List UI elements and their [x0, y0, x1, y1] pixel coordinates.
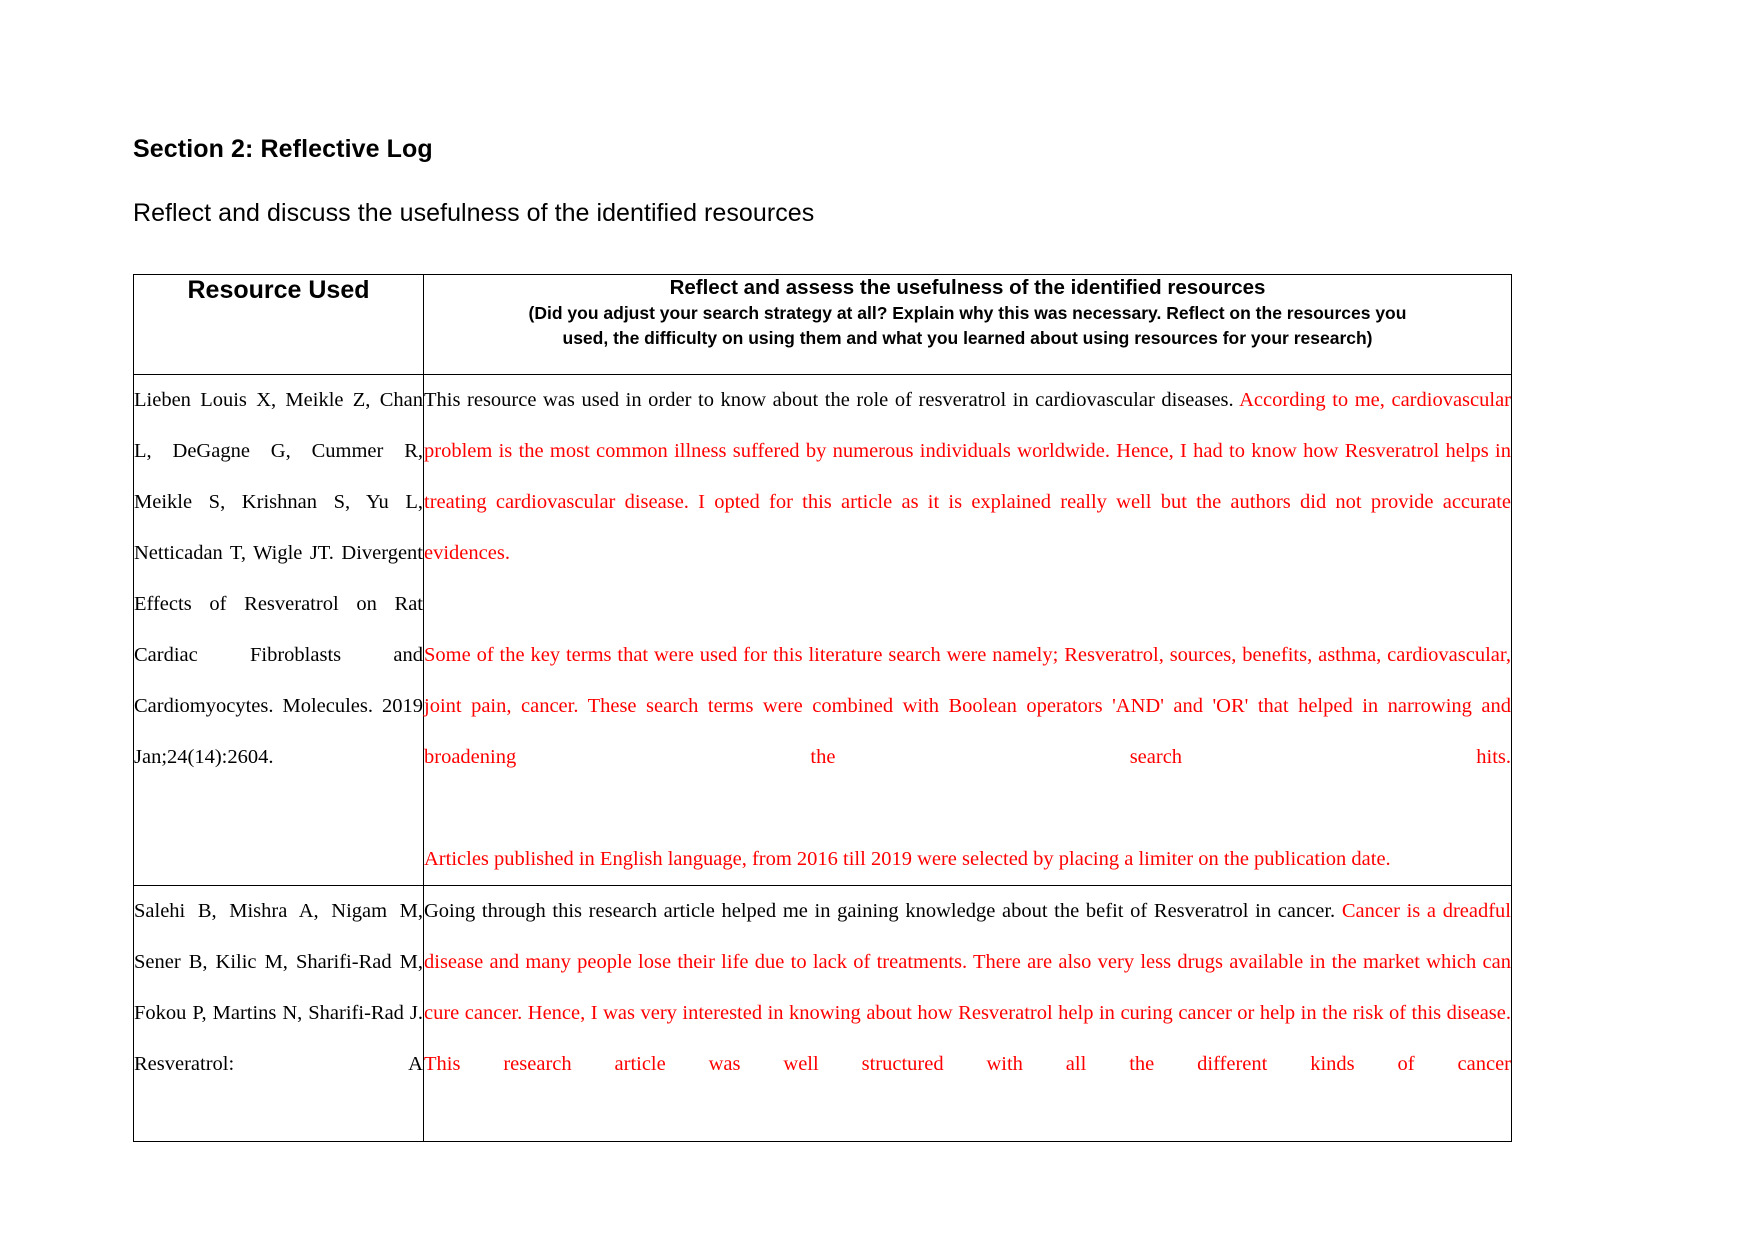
reflection-paragraph: Going through this research article help… [424, 886, 1511, 1141]
reflection-segment-red: Some of the key terms that were used for… [424, 644, 1511, 768]
cell-reflection: Going through this research article help… [423, 885, 1512, 1142]
table-row: Salehi B, Mishra A, Nigam M, Sener B, Ki… [133, 885, 1512, 1142]
column-header-reflect-subtitle-line1: (Did you adjust your search strategy at … [528, 303, 1407, 323]
reflection-paragraph: Articles published in English language, … [424, 834, 1511, 885]
table-body: Lieben Louis X, Meikle Z, Chan L, DeGagn… [133, 374, 1512, 1142]
cell-resource-citation: Salehi B, Mishra A, Nigam M, Sener B, Ki… [133, 885, 424, 1142]
reflection-segment-red: Cancer is a dreadful disease and many pe… [424, 900, 1511, 1075]
section-subtitle: Reflect and discuss the usefulness of th… [133, 199, 815, 227]
reflection-segment-black: This resource was used in order to know … [424, 389, 1240, 411]
column-header-reflect-title: Reflect and assess the usefulness of the… [669, 276, 1266, 299]
column-header-reflect: Reflect and assess the usefulness of the… [423, 274, 1512, 375]
reflection-paragraph: Some of the key terms that were used for… [424, 630, 1511, 834]
reflective-log-table: Resource Used Reflect and assess the use… [133, 274, 1512, 1142]
resource-citation-text: Lieben Louis X, Meikle Z, Chan L, DeGagn… [134, 389, 423, 768]
reflection-segment-black: Going through this research article help… [424, 900, 1342, 922]
cell-reflection: This resource was used in order to know … [423, 374, 1512, 886]
table-header-row: Resource Used Reflect and assess the use… [133, 274, 1512, 375]
cell-resource-citation: Lieben Louis X, Meikle Z, Chan L, DeGagn… [133, 374, 424, 886]
document-page: Section 2: Reflective Log Reflect and di… [0, 0, 1754, 1241]
table-row: Lieben Louis X, Meikle Z, Chan L, DeGagn… [133, 374, 1512, 886]
column-header-reflect-subtitle-line2: used, the difficulty on using them and w… [562, 328, 1373, 348]
page-content: Section 2: Reflective Log Reflect and di… [133, 0, 1512, 1142]
reflection-segment-red: According to me, cardiovascular problem … [424, 389, 1512, 564]
reflection-paragraph: This resource was used in order to know … [424, 375, 1511, 630]
column-header-resource-used: Resource Used [133, 274, 424, 375]
resource-citation-text: Salehi B, Mishra A, Nigam M, Sener B, Ki… [134, 900, 423, 1075]
table-header: Resource Used Reflect and assess the use… [133, 274, 1512, 375]
page-title: Section 2: Reflective Log [133, 135, 433, 163]
reflection-segment-red: Articles published in English language, … [424, 848, 1391, 870]
